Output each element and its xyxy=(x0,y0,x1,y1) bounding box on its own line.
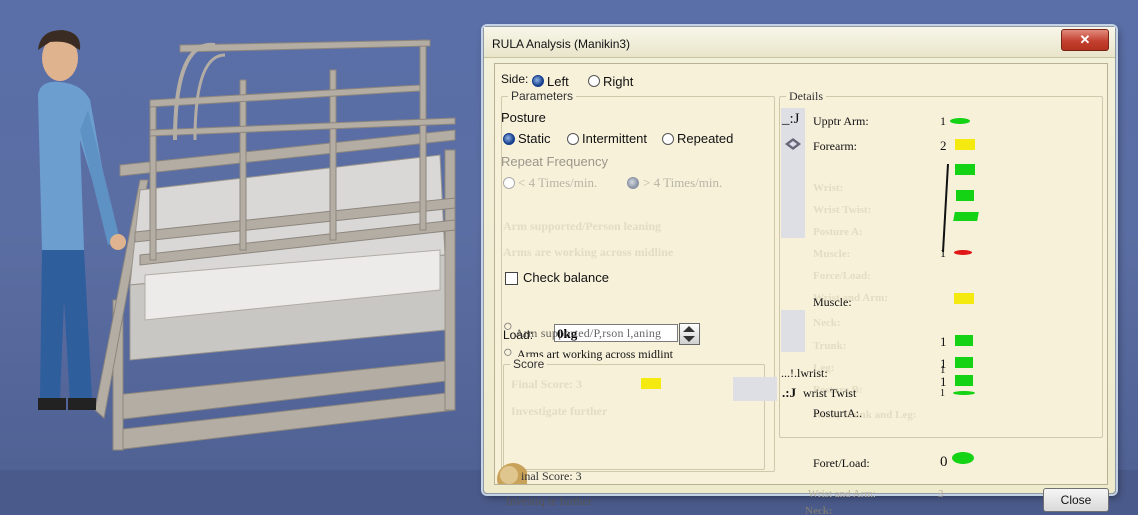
wrist-range-bar-mid xyxy=(956,190,974,201)
dialog-title: RULA Analysis (Manikin3) xyxy=(492,37,631,51)
ghost-wrist: Wrist: xyxy=(813,182,844,194)
wrist-range-bar-top xyxy=(955,164,975,175)
ghost-neck: Neck: xyxy=(813,317,841,329)
forearm-label: Forearm: xyxy=(813,139,857,153)
posture-intermittent-label[interactable]: Intermittent xyxy=(582,131,647,146)
ghost-final-score: Final Score: 3 xyxy=(511,377,583,391)
spinner-arrows-icon xyxy=(683,326,695,342)
posture-static-label[interactable]: Static xyxy=(518,131,551,146)
posture-a-label: PosturtA:. xyxy=(813,406,863,420)
posture-static-radio[interactable] xyxy=(503,133,515,145)
force-load-pill xyxy=(952,452,974,464)
wrist-twist-bar xyxy=(953,212,979,221)
ghost-wrist-twist: Wrist Twist: xyxy=(813,204,872,216)
repeat-less-radio[interactable] xyxy=(503,177,515,189)
wrist-range-line xyxy=(942,163,949,253)
wrist-twist-label: wrist Twist xyxy=(803,386,857,400)
upper-arm-label: Upptr Arm: xyxy=(813,114,869,128)
force-load-value: 0 xyxy=(940,454,948,470)
posture-repeated-radio[interactable] xyxy=(662,133,674,145)
side-left-label[interactable]: Left xyxy=(547,74,569,89)
check-balance-label[interactable]: Check balance xyxy=(523,270,609,285)
upper-arm-value: 1 xyxy=(940,114,946,128)
wrist-and-arm-label: Wrist and Arm: xyxy=(808,488,876,500)
check-balance-checkbox[interactable] xyxy=(505,272,518,285)
neck-bar xyxy=(955,335,973,346)
muscle-label: Muscle: xyxy=(813,295,852,309)
parameters-title: Parameters xyxy=(508,89,577,103)
posture-label: Posture xyxy=(501,110,546,125)
score-title: Score xyxy=(510,357,548,371)
repeat-frequency-label: Repeat Frequency xyxy=(501,154,608,169)
details-title: Details xyxy=(786,89,826,104)
wrist-and-arm-value: 3 xyxy=(938,488,944,500)
side-left-radio[interactable] xyxy=(532,75,544,87)
side-right-radio[interactable] xyxy=(588,75,600,87)
wrist-arm-bar xyxy=(954,293,974,304)
forearm-bar xyxy=(955,139,975,150)
neck-value: 1 xyxy=(940,334,947,349)
ghost-trunk: Trunk: xyxy=(813,340,847,352)
wrist-twist-marker: .:J xyxy=(782,385,797,400)
forearm-value: 2 xyxy=(940,138,947,153)
dialog-body: Side: Left Right Parameters Posture Stat… xyxy=(494,63,1109,512)
upper-arm-marker: _:J xyxy=(782,111,800,127)
close-button[interactable]: Close xyxy=(1043,488,1109,512)
final-score-text: inal Score: 3 xyxy=(521,469,582,483)
ghost-posture-a: Posture A: xyxy=(813,226,863,238)
wrist-red-pill xyxy=(954,250,972,255)
wrist-label: ...!.lwrist: xyxy=(781,366,828,380)
wrist-twist-pill xyxy=(953,391,975,395)
ghost-force-load: Force/Load: xyxy=(813,270,871,282)
ghost-arm-supported: Arm supported/Person leaning xyxy=(503,219,662,233)
side-right-label[interactable]: Right xyxy=(603,74,633,89)
final-score-swatch xyxy=(641,378,661,389)
posture-intermittent-radio[interactable] xyxy=(567,133,579,145)
wrist-value: 1 xyxy=(940,246,946,260)
score-gray-box xyxy=(733,377,777,401)
neck-fragment: Neck: xyxy=(805,505,833,515)
trunk-bar xyxy=(955,357,973,368)
wrist-twist-value: 1 xyxy=(940,388,945,399)
rula-dialog: RULA Analysis (Manikin3) ✕ Side: Left Ri… xyxy=(483,26,1116,512)
workbench xyxy=(94,39,456,451)
forearm-diamond-icon xyxy=(785,138,801,150)
upper-arm-pill xyxy=(950,118,970,124)
repeat-more-label[interactable]: > 4 Times/min. xyxy=(643,175,722,191)
details-gray-strip-2 xyxy=(781,310,805,352)
investigate-text: Investiq te further xyxy=(506,494,592,508)
repeat-more-radio[interactable] xyxy=(627,177,639,189)
arm-supported-overlap: Arm supported/P,rson l,aning xyxy=(515,326,662,340)
ghost-investigate: Investigate further xyxy=(511,404,608,418)
posture-repeated-label[interactable]: Repeated xyxy=(677,131,733,146)
load-spinner[interactable] xyxy=(679,323,700,345)
force-load-label: Foret/Load: xyxy=(813,456,870,470)
ghost-muscle: Muscle: xyxy=(813,248,851,260)
ghost-arms-midline: Arms are working across midline xyxy=(503,245,674,259)
leg-bar xyxy=(955,375,973,386)
repeat-less-label[interactable]: < 4 Times/min. xyxy=(518,175,597,191)
close-icon[interactable]: ✕ xyxy=(1061,29,1109,51)
side-label: Side: xyxy=(501,72,529,86)
dialog-titlebar[interactable]: RULA Analysis (Manikin3) ✕ xyxy=(484,27,1115,58)
